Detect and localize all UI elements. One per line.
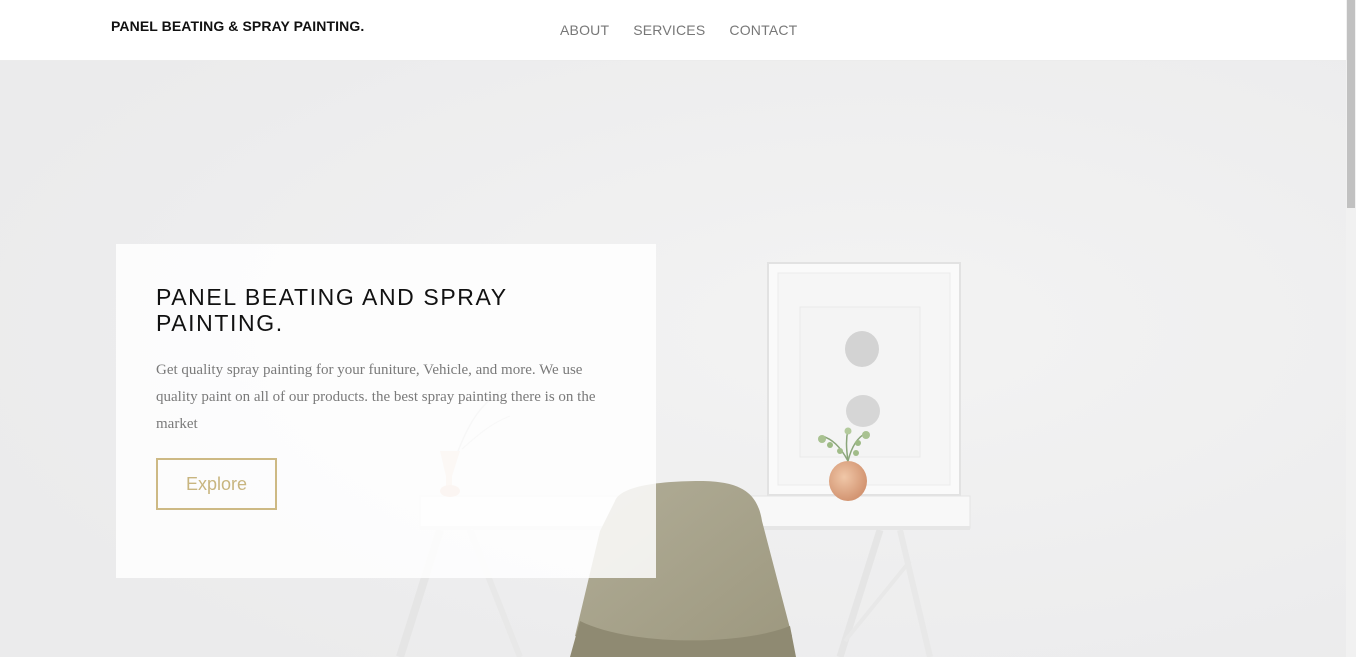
scrollbar-thumb[interactable]	[1347, 0, 1355, 208]
hero-section: PANEL BEATING AND SPRAY PAINTING. Get qu…	[0, 61, 1346, 657]
brand-logo-text[interactable]: PANEL BEATING & SPRAY PAINTING.	[111, 18, 364, 34]
picture-frame	[767, 262, 961, 496]
explore-button[interactable]: Explore	[156, 458, 277, 510]
hero-title: PANEL BEATING AND SPRAY PAINTING.	[156, 284, 508, 336]
nav-link-about[interactable]: ABOUT	[560, 22, 609, 38]
hero-description: Get quality spray painting for your funi…	[156, 362, 596, 432]
hero-card: PANEL BEATING AND SPRAY PAINTING. Get qu…	[116, 244, 656, 578]
nav-link-services[interactable]: SERVICES	[633, 22, 705, 38]
site-header: PANEL BEATING & SPRAY PAINTING. ABOUT SE…	[0, 0, 1346, 61]
vertical-scrollbar[interactable]	[1346, 0, 1356, 657]
nav-link-contact[interactable]: CONTACT	[729, 22, 797, 38]
page: PANEL BEATING & SPRAY PAINTING. ABOUT SE…	[0, 0, 1356, 657]
main-nav: ABOUT SERVICES CONTACT	[560, 22, 797, 38]
